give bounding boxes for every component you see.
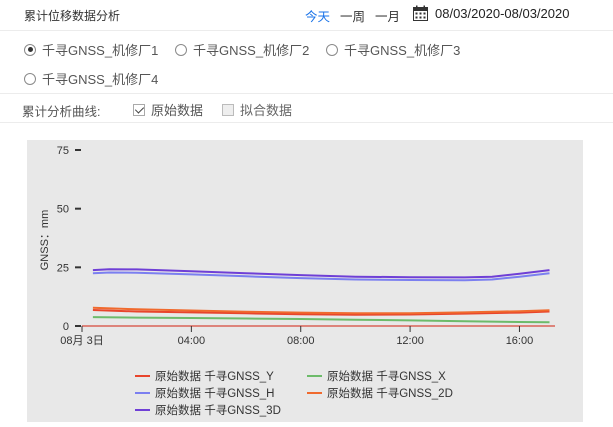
legend-item: 原始数据 千寻GNSS_H [135,386,275,400]
radio-icon[interactable] [24,72,36,85]
x-tick-label: 08月 3日 [60,335,103,347]
chart-legend: 原始数据 千寻GNSS_Y 原始数据 千寻GNSS_X 原始数据 千寻GNSS_H 原… [135,369,453,417]
series-line [92,316,550,324]
station-radio-2[interactable]: 千寻GNSS_机修厂2 [175,40,309,59]
x-tick-label: 08:00 [287,335,315,347]
displacement-chart: GNSS：mm 0 25 50 75 08月 3日 04:00 08:00 12:00 16:… [27,140,583,422]
raw-data-checkbox[interactable]: 原始数据 [133,100,203,119]
checkbox-checked-icon[interactable] [133,103,145,116]
legend-item: 原始数据 千寻GNSS_Y [135,369,274,383]
checkbox-label: 拟合数据 [240,103,293,118]
y-tick-label: 75 [57,145,69,157]
y-axis: 0 25 50 75 [57,145,83,333]
fitted-data-checkbox[interactable]: 拟合数据 [222,100,292,119]
series-lines [92,268,550,324]
header-bar: 累计位移数据分析 今天 一周 一月 08/03/2020-08/03/2020 [0,0,613,31]
curve-options: 累计分析曲线: 原始数据 拟合数据 [0,94,613,123]
station-label: 千寻GNSS_机修厂4 [42,72,159,87]
legend-label: 原始数据 千寻GNSS_2D [327,386,453,400]
x-tick-label: 12:00 [396,335,424,347]
legend-label: 原始数据 千寻GNSS_X [327,369,446,383]
legend-label: 原始数据 千寻GNSS_Y [155,369,274,383]
station-label: 千寻GNSS_机修厂3 [344,43,461,58]
station-radio-4[interactable]: 千寻GNSS_机修厂4 [24,69,158,88]
station-label: 千寻GNSS_机修厂2 [193,43,310,58]
legend-item: 原始数据 千寻GNSS_2D [307,386,453,400]
y-tick-label: 0 [63,321,69,333]
curve-options-label: 累计分析曲线: [22,105,101,119]
radio-icon[interactable] [175,43,187,56]
y-axis-label: GNSS：mm [39,210,51,271]
radio-icon[interactable] [326,43,338,56]
calendar-icon[interactable] [413,5,428,21]
station-selector: 千寻GNSS_机修厂1 千寻GNSS_机修厂2 千寻GNSS_机修厂3 千寻GN… [0,31,613,94]
legend-item: 原始数据 千寻GNSS_X [307,369,446,383]
y-tick-label: 25 [57,262,69,274]
chart-svg: GNSS：mm 0 25 50 75 08月 3日 04:00 08:00 12:00 16:… [39,145,555,417]
station-radio-3[interactable]: 千寻GNSS_机修厂3 [326,40,460,59]
checkbox-icon[interactable] [222,103,234,116]
range-month-button[interactable]: 一月 [375,6,400,25]
date-range-input[interactable]: 08/03/2020-08/03/2020 [435,6,569,21]
station-label: 千寻GNSS_机修厂1 [42,43,159,58]
y-tick-label: 50 [57,204,69,216]
radio-checked-icon[interactable] [24,43,36,56]
range-today-button[interactable]: 今天 [305,6,330,25]
x-axis: 08月 3日 04:00 08:00 12:00 16:00 [60,325,555,347]
legend-label: 原始数据 千寻GNSS_3D [155,403,281,417]
x-tick-label: 04:00 [178,335,206,347]
range-week-button[interactable]: 一周 [340,6,365,25]
legend-label: 原始数据 千寻GNSS_H [155,386,275,400]
station-radio-1[interactable]: 千寻GNSS_机修厂1 [24,40,158,59]
x-tick-label: 16:00 [506,335,534,347]
page-title: 累计位移数据分析 [24,9,121,23]
checkbox-label: 原始数据 [151,103,204,118]
legend-item: 原始数据 千寻GNSS_3D [135,403,281,417]
